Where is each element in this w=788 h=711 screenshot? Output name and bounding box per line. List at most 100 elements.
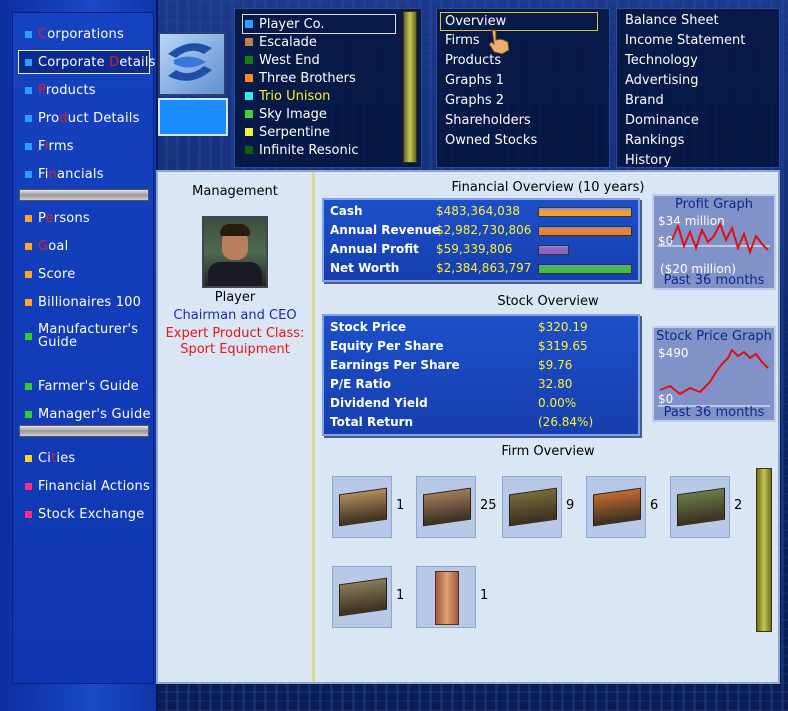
- sidebar-item-corporate-details[interactable]: Corporate Details: [18, 50, 155, 74]
- expert-class-value: Sport Equipment: [180, 342, 290, 357]
- menu-item-firms[interactable]: Firms: [445, 33, 480, 48]
- sidebar-item-corporations[interactable]: Corporations: [19, 23, 124, 45]
- sidebar-item-financial-actions[interactable]: Financial Actions: [19, 475, 150, 497]
- company-color-swatch[interactable]: [158, 98, 228, 136]
- bullet-icon: [25, 114, 32, 122]
- sidebar-item-financials[interactable]: Financials: [19, 163, 104, 185]
- sidebar-item-products[interactable]: Products: [19, 79, 96, 101]
- firm-tile[interactable]: [332, 476, 392, 538]
- company-color-icon: [245, 128, 253, 136]
- bullet-icon: [25, 382, 32, 390]
- sidebar-item-managers-guide[interactable]: Manager's Guide: [19, 403, 151, 425]
- company-item[interactable]: West End: [245, 51, 320, 69]
- financial-row-bar: [538, 264, 632, 274]
- company-color-icon: [245, 146, 253, 154]
- menu-item-balance-sheet[interactable]: Balance Sheet: [625, 13, 719, 28]
- ceo-portrait[interactable]: [202, 216, 268, 288]
- stock-overview-title: Stock Overview: [497, 294, 599, 309]
- bullet-icon: [25, 214, 32, 222]
- office-tower-building-icon: [435, 571, 459, 625]
- firm-count: 2: [734, 498, 743, 513]
- sidebar-panel: Corporations Corporate Details Products Pro…: [12, 12, 155, 684]
- menu-item-technology[interactable]: Technology: [625, 53, 698, 68]
- menu-item-brand[interactable]: Brand: [625, 93, 664, 108]
- menu-item-advertising[interactable]: Advertising: [625, 73, 699, 88]
- financial-row-label: Net Worth: [330, 261, 400, 275]
- firm-tile[interactable]: [586, 476, 646, 538]
- menu-item-shareholders[interactable]: Shareholders: [445, 113, 531, 128]
- bullet-icon: [25, 270, 32, 278]
- menu-item-dominance[interactable]: Dominance: [625, 113, 699, 128]
- menu-item-income-statement[interactable]: Income Statement: [625, 33, 745, 48]
- sidebar-item-manufacturers-guide[interactable]: Manufacturer's Guide: [19, 323, 148, 349]
- stock-row-label: Equity Per Share: [330, 339, 444, 353]
- menu-item-owned-stocks[interactable]: Owned Stocks: [445, 133, 537, 148]
- sidebar-item-label: Products: [38, 82, 96, 98]
- corporate-details-panel: Management Player Chairman and CEO Exper…: [156, 170, 780, 684]
- company-color-icon: [245, 38, 253, 46]
- company-color-icon: [245, 110, 253, 118]
- sidebar-item-score[interactable]: Score: [19, 263, 75, 285]
- management-section: Management Player Chairman and CEO Exper…: [158, 172, 315, 682]
- sidebar-item-product-details[interactable]: Product Details: [19, 107, 140, 129]
- stock-row-label: Dividend Yield: [330, 396, 428, 410]
- sidebar-item-farmers-guide[interactable]: Farmer's Guide: [19, 375, 139, 397]
- company-list-scrollbar[interactable]: [403, 11, 417, 163]
- firm-tile[interactable]: [670, 476, 730, 538]
- sidebar-item-billionaires[interactable]: Billionaires 100: [19, 291, 141, 313]
- financial-overview-box: Cash $483,364,038 Annual Revenue $2,982,730…: [322, 198, 640, 282]
- profit-graph-period: Past 36 months: [663, 273, 765, 288]
- firm-tile[interactable]: [416, 566, 476, 628]
- stock-graph-period: Past 36 months: [663, 405, 765, 420]
- stock-row-value: $9.76: [538, 358, 573, 372]
- company-item[interactable]: Sky Image: [245, 105, 327, 123]
- sidebar-item-cities[interactable]: Cities: [19, 447, 75, 469]
- menu-item-graphs-2[interactable]: Graphs 2: [445, 93, 504, 108]
- farm-building-icon: [593, 487, 641, 527]
- sidebar-item-label: Manager's Guide: [38, 406, 151, 422]
- firm-tile[interactable]: [416, 476, 476, 538]
- stock-row-label: Total Return: [330, 415, 414, 429]
- company-item[interactable]: Infinite Resonic: [245, 141, 359, 159]
- company-item[interactable]: Player Co.: [242, 14, 396, 34]
- stock-price-graph[interactable]: Stock Price Graph $490 $0 Past 36 months: [652, 326, 776, 422]
- stock-row-value: $320.19: [538, 320, 588, 334]
- company-color-icon: [245, 20, 253, 28]
- financial-row-value: $59,339,806: [436, 242, 513, 256]
- sidebar-item-label: Corporations: [38, 26, 124, 42]
- sidebar-item-goal[interactable]: Goal: [19, 235, 68, 257]
- company-color-icon: [245, 74, 253, 82]
- financial-row-label: Annual Revenue: [330, 223, 440, 237]
- firm-grid-scrollbar[interactable]: [756, 468, 772, 632]
- company-color-icon: [245, 92, 253, 100]
- menu-item-overview[interactable]: Overview: [440, 12, 598, 31]
- profit-graph[interactable]: Profit Graph $34 million $0 ($20 million…: [652, 194, 776, 290]
- company-name: Infinite Resonic: [259, 142, 359, 158]
- firm-tile[interactable]: [502, 476, 562, 538]
- sidebar-item-firms[interactable]: Firms: [19, 135, 74, 157]
- sidebar-item-stock-exchange[interactable]: Stock Exchange: [19, 503, 144, 525]
- company-item[interactable]: Escalade: [245, 33, 317, 51]
- company-list: Player Co. Escalade West End Three Brothers…: [234, 8, 422, 168]
- bullet-icon: [25, 142, 32, 150]
- firm-overview-title: Firm Overview: [501, 444, 595, 459]
- stock-row-label: Stock Price: [330, 320, 406, 334]
- menu-item-history[interactable]: History: [625, 153, 671, 168]
- menu-item-graphs-1[interactable]: Graphs 1: [445, 73, 504, 88]
- sidebar-item-label: Firms: [38, 138, 74, 154]
- company-name: Trio Unison: [259, 88, 331, 104]
- sidebar-item-label: Farmer's Guide: [38, 378, 139, 394]
- stock-row-label: P/E Ratio: [330, 377, 391, 391]
- company-item[interactable]: Serpentine: [245, 123, 330, 141]
- bullet-icon: [25, 510, 32, 518]
- firm-tile[interactable]: [332, 566, 392, 628]
- company-item[interactable]: Three Brothers: [245, 69, 356, 87]
- sidebar-item-persons[interactable]: Persons: [19, 207, 90, 229]
- menu-item-rankings[interactable]: Rankings: [625, 133, 684, 148]
- company-logo: [158, 32, 226, 96]
- company-name: Serpentine: [259, 124, 331, 140]
- company-item[interactable]: Trio Unison: [245, 87, 330, 105]
- company-name: Player Co.: [259, 16, 325, 32]
- sidebar-item-label: Financial Actions: [38, 478, 150, 494]
- financial-row-bar: [538, 226, 632, 236]
